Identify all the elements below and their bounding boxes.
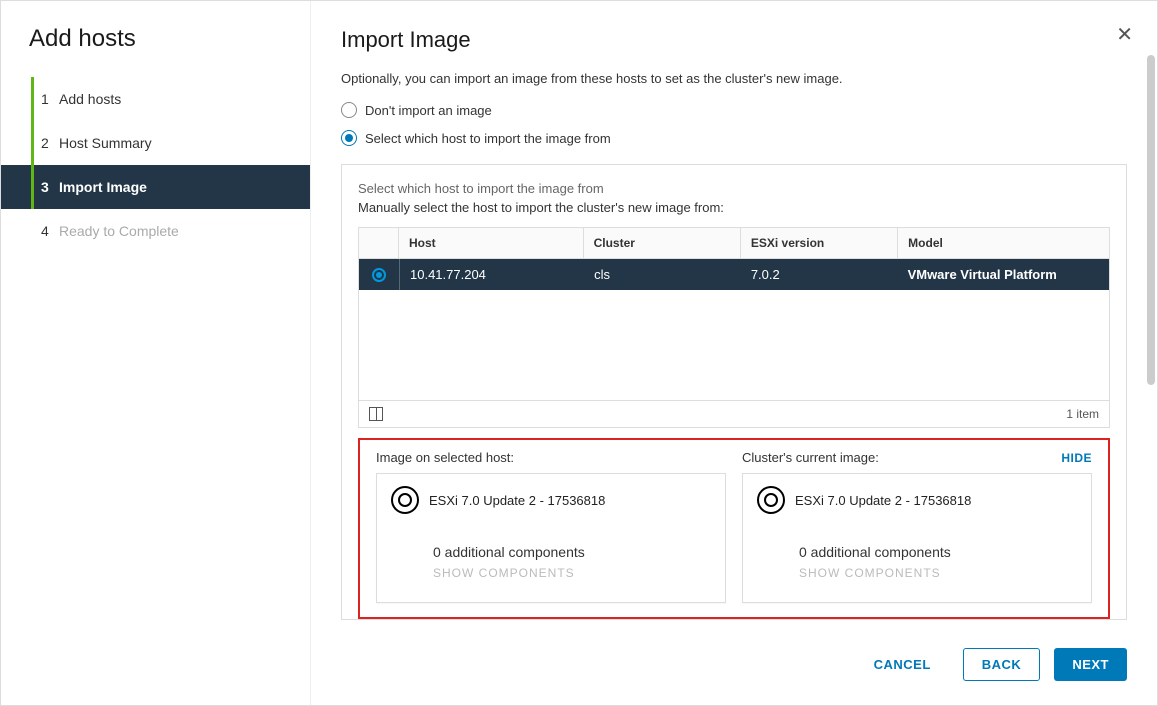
panel-title: Select which host to import the image fr… [358, 181, 1110, 196]
wizard-steps: 1 Add hosts 2 Host Summary 3 Import Imag… [1, 77, 310, 253]
wizard-content: ✕ Import Image Optionally, you can impor… [311, 1, 1157, 705]
row-select[interactable] [359, 260, 399, 290]
step-number: 1 [41, 91, 59, 107]
host-image-components: 0 additional components [433, 544, 711, 560]
step-ready-to-complete: 4 Ready to Complete [1, 209, 310, 253]
col-esxi-version[interactable]: ESXi version [741, 228, 898, 258]
step-label: Host Summary [59, 135, 152, 151]
step-number: 3 [41, 179, 59, 195]
cell-host: 10.41.77.204 [399, 259, 584, 290]
step-add-hosts[interactable]: 1 Add hosts [1, 77, 310, 121]
grid-header: Host Cluster ESXi version Model [359, 228, 1109, 259]
dialog-footer: CANCEL BACK NEXT [341, 628, 1127, 705]
step-number: 2 [41, 135, 59, 151]
wizard-sidebar: Add hosts 1 Add hosts 2 Host Summary 3 I… [1, 1, 311, 705]
host-select-panel: Select which host to import the image fr… [341, 164, 1127, 620]
cluster-image-col: Cluster's current image: HIDE ESXi 7.0 U… [742, 450, 1092, 603]
radio-icon [341, 102, 357, 118]
table-row[interactable]: 10.41.77.204 cls 7.0.2 VMware Virtual Pl… [359, 259, 1109, 290]
grid-empty-space [359, 290, 1109, 400]
cell-model: VMware Virtual Platform [898, 259, 1109, 290]
selected-host-image-col: Image on selected host: ESXi 7.0 Update … [376, 450, 726, 603]
radio-select-host[interactable]: Select which host to import the image fr… [341, 130, 1127, 146]
step-label: Ready to Complete [59, 223, 179, 239]
col-host[interactable]: Host [399, 228, 584, 258]
panel-subtitle: Manually select the host to import the c… [358, 200, 1110, 215]
radio-icon [372, 268, 386, 282]
cluster-image-card: ESXi 7.0 Update 2 - 17536818 0 additiona… [742, 473, 1092, 603]
hide-button[interactable]: HIDE [1061, 451, 1092, 465]
radio-dont-import[interactable]: Don't import an image [341, 102, 1127, 118]
grid-footer: 1 item [359, 400, 1109, 427]
host-image-card: ESXi 7.0 Update 2 - 17536818 0 additiona… [376, 473, 726, 603]
step-import-image[interactable]: 3 Import Image [1, 165, 310, 209]
selected-host-image-label: Image on selected host: [376, 450, 514, 465]
radio-icon [341, 130, 357, 146]
step-number: 4 [41, 223, 59, 239]
radio-label: Select which host to import the image fr… [365, 131, 611, 146]
col-cluster[interactable]: Cluster [584, 228, 741, 258]
grid-item-count: 1 item [1066, 407, 1099, 421]
step-label: Import Image [59, 179, 147, 195]
image-compare-box: Image on selected host: ESXi 7.0 Update … [358, 438, 1110, 619]
radio-label: Don't import an image [365, 103, 492, 118]
host-grid: Host Cluster ESXi version Model 10.41.77… [358, 227, 1110, 428]
show-components-button[interactable]: SHOW COMPONENTS [799, 566, 1077, 580]
next-button[interactable]: NEXT [1054, 648, 1127, 681]
wizard-title: Add hosts [1, 25, 310, 71]
step-host-summary[interactable]: 2 Host Summary [1, 121, 310, 165]
page-title: Import Image [341, 27, 1127, 53]
image-columns: Image on selected host: ESXi 7.0 Update … [376, 450, 1092, 603]
disc-icon [757, 486, 785, 514]
column-picker-icon[interactable] [369, 407, 383, 421]
back-button[interactable]: BACK [963, 648, 1041, 681]
cell-version: 7.0.2 [741, 259, 898, 290]
cell-cluster: cls [584, 259, 741, 290]
scrollbar[interactable] [1147, 55, 1155, 385]
show-components-button[interactable]: SHOW COMPONENTS [433, 566, 711, 580]
close-icon[interactable]: ✕ [1116, 25, 1133, 45]
page-intro: Optionally, you can import an image from… [341, 71, 1127, 86]
step-label: Add hosts [59, 91, 121, 107]
cluster-image-components: 0 additional components [799, 544, 1077, 560]
add-hosts-dialog: Add hosts 1 Add hosts 2 Host Summary 3 I… [0, 0, 1158, 706]
cluster-image-title: ESXi 7.0 Update 2 - 17536818 [795, 493, 971, 508]
cancel-button[interactable]: CANCEL [856, 648, 949, 681]
cluster-image-label: Cluster's current image: [742, 450, 879, 465]
col-select [359, 228, 399, 258]
disc-icon [391, 486, 419, 514]
col-model[interactable]: Model [898, 228, 1109, 258]
host-image-title: ESXi 7.0 Update 2 - 17536818 [429, 493, 605, 508]
